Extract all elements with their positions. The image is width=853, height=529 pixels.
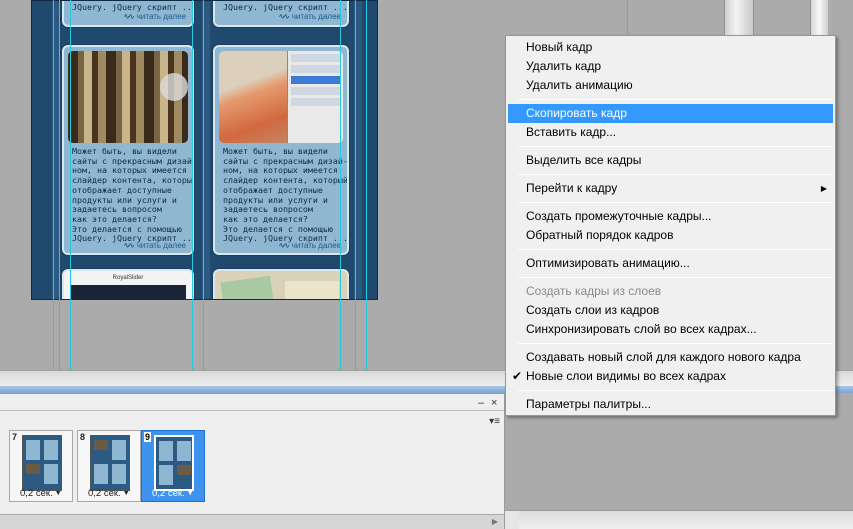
guide-line — [340, 0, 341, 370]
dropdown-arrow-icon: ▼ — [54, 490, 62, 497]
guide-line — [627, 0, 628, 36]
wave-icon: ∿∿ — [123, 241, 134, 250]
menu-item-make-frames-from-layers: Создать кадры из слоев — [526, 284, 662, 298]
panel-scrollbar[interactable] — [810, 0, 828, 36]
frame-thumbnail — [90, 435, 130, 491]
submenu-arrow-icon: ▶ — [820, 184, 827, 193]
royal-slider-label: RoyalSlider — [112, 275, 144, 281]
menu-item-delete-animation[interactable]: Удалить анимацию — [508, 76, 833, 95]
check-icon: ✔ — [512, 369, 523, 383]
dropdown-arrow-icon: ▼ — [186, 490, 194, 497]
frame-thumbnail — [154, 435, 194, 491]
screenshot-image — [219, 51, 343, 143]
frames-strip: 7 0,2 сек. ▼ 8 0,2 сек. ▼ 9 0,2 сек. ▼ — [0, 424, 504, 506]
close-button[interactable]: × — [491, 397, 497, 409]
menu-item-flatten-frames-into-layers[interactable]: Создать слои из кадров — [508, 301, 833, 320]
read-more-link[interactable]: ∿∿ читать далее — [123, 241, 186, 250]
horizontal-scrollbar[interactable] — [505, 510, 853, 529]
book-image — [220, 275, 276, 299]
frame-thumbnail — [22, 435, 62, 491]
wave-icon: ∿∿ — [123, 12, 134, 21]
panel-scrollbar[interactable] — [724, 0, 754, 36]
menu-item-reverse-frames[interactable]: Обратный порядок кадров — [508, 226, 833, 245]
slider-circle — [160, 73, 188, 101]
layers-panel-thumb — [287, 51, 343, 143]
read-more-link[interactable]: ∿∿ читать далее — [278, 12, 341, 21]
frame-delay[interactable]: 0,2 сек. ▼ — [152, 488, 194, 499]
menu-item-select-all-frames[interactable]: Выделить все кадры — [508, 151, 833, 170]
read-more-link[interactable]: ∿∿ читать далее — [123, 12, 186, 21]
menu-item-new-layers-visible[interactable]: ✔ Новые слои видимы во всех кадрах — [508, 367, 833, 386]
menu-item-paste-frame[interactable]: Вставить кадр... — [508, 123, 833, 142]
guide-line — [203, 0, 204, 370]
frame-number: 9 — [144, 432, 152, 442]
frame-delay[interactable]: 0,2 сек. ▼ — [88, 488, 130, 499]
scroll-right-icon[interactable]: ▶ — [492, 517, 498, 526]
guide-line — [192, 0, 193, 370]
panel-scrollbar[interactable]: ▶ — [0, 514, 504, 529]
dropdown-arrow-icon: ▼ — [122, 490, 130, 497]
context-menu: Новый кадр Удалить кадр Удалить анимацию… — [505, 35, 836, 416]
tile-text: Может быть, вы видели сайты с прекрасным… — [72, 146, 194, 244]
wave-icon: ∿∿ — [278, 12, 289, 21]
guide-line — [355, 0, 356, 370]
minimize-button[interactable]: – — [478, 397, 484, 409]
animation-frame-selected[interactable]: 9 0,2 сек. ▼ — [141, 430, 205, 502]
menu-item-delete-frame[interactable]: Удалить кадр — [508, 57, 833, 76]
menu-item-go-to-frame[interactable]: Перейти к кадру ▶ — [508, 179, 833, 198]
menu-item-optimize-animation[interactable]: Оптимизировать анимацию... — [508, 254, 833, 273]
book-image — [285, 281, 339, 299]
guide-line — [366, 0, 367, 370]
animation-panel: – × ▾≡ 7 0,2 сек. ▼ 8 0,2 сек. ▼ 9 0,2 с… — [0, 393, 505, 529]
menu-item-copy-frame[interactable]: Скопировать кадр — [508, 104, 833, 123]
frame-number: 8 — [80, 432, 86, 442]
frame-number: 7 — [12, 432, 18, 442]
guide-line — [53, 0, 54, 370]
menu-item-new-frame[interactable]: Новый кадр — [508, 38, 833, 57]
content-tile: JQuery. jQuery скрипт ........ ∿∿читать … — [213, 1, 349, 27]
content-tile: JQuery. jQuery скрипт ........ ∿∿читать … — [62, 1, 194, 27]
menu-item-palette-options[interactable]: Параметры палитры... — [508, 395, 833, 414]
tile-text: Может быть, вы видели сайты с прекрасным… — [223, 146, 348, 244]
content-tile: Может быть, вы видели сайты с прекрасным… — [62, 45, 194, 255]
guide-line — [70, 0, 71, 370]
document-canvas[interactable]: JQuery. jQuery скрипт ........ ∿∿читать … — [31, 0, 378, 300]
read-more-link[interactable]: ∿∿ читать далее — [278, 241, 341, 250]
slider-image — [70, 285, 186, 299]
menu-item-tween[interactable]: Создать промежуточные кадры... — [508, 207, 833, 226]
content-tile: Может быть, вы видели сайты с прекрасным… — [213, 45, 349, 255]
guide-line — [59, 0, 60, 370]
content-tile: RoyalSlider — [62, 269, 194, 299]
animation-frame[interactable]: 8 0,2 сек. ▼ — [77, 430, 141, 502]
wave-icon: ∿∿ — [278, 241, 289, 250]
bark-image — [68, 51, 188, 143]
menu-item-create-new-layer-each-frame[interactable]: Создавать новый слой для каждого нового … — [508, 348, 833, 367]
frame-delay[interactable]: 0,2 сек. ▼ — [20, 488, 62, 499]
menu-item-match-layer-across-frames[interactable]: Синхронизировать слой во всех кадрах... — [508, 320, 833, 339]
content-tile — [213, 269, 349, 299]
animation-frame[interactable]: 7 0,2 сек. ▼ — [9, 430, 73, 502]
